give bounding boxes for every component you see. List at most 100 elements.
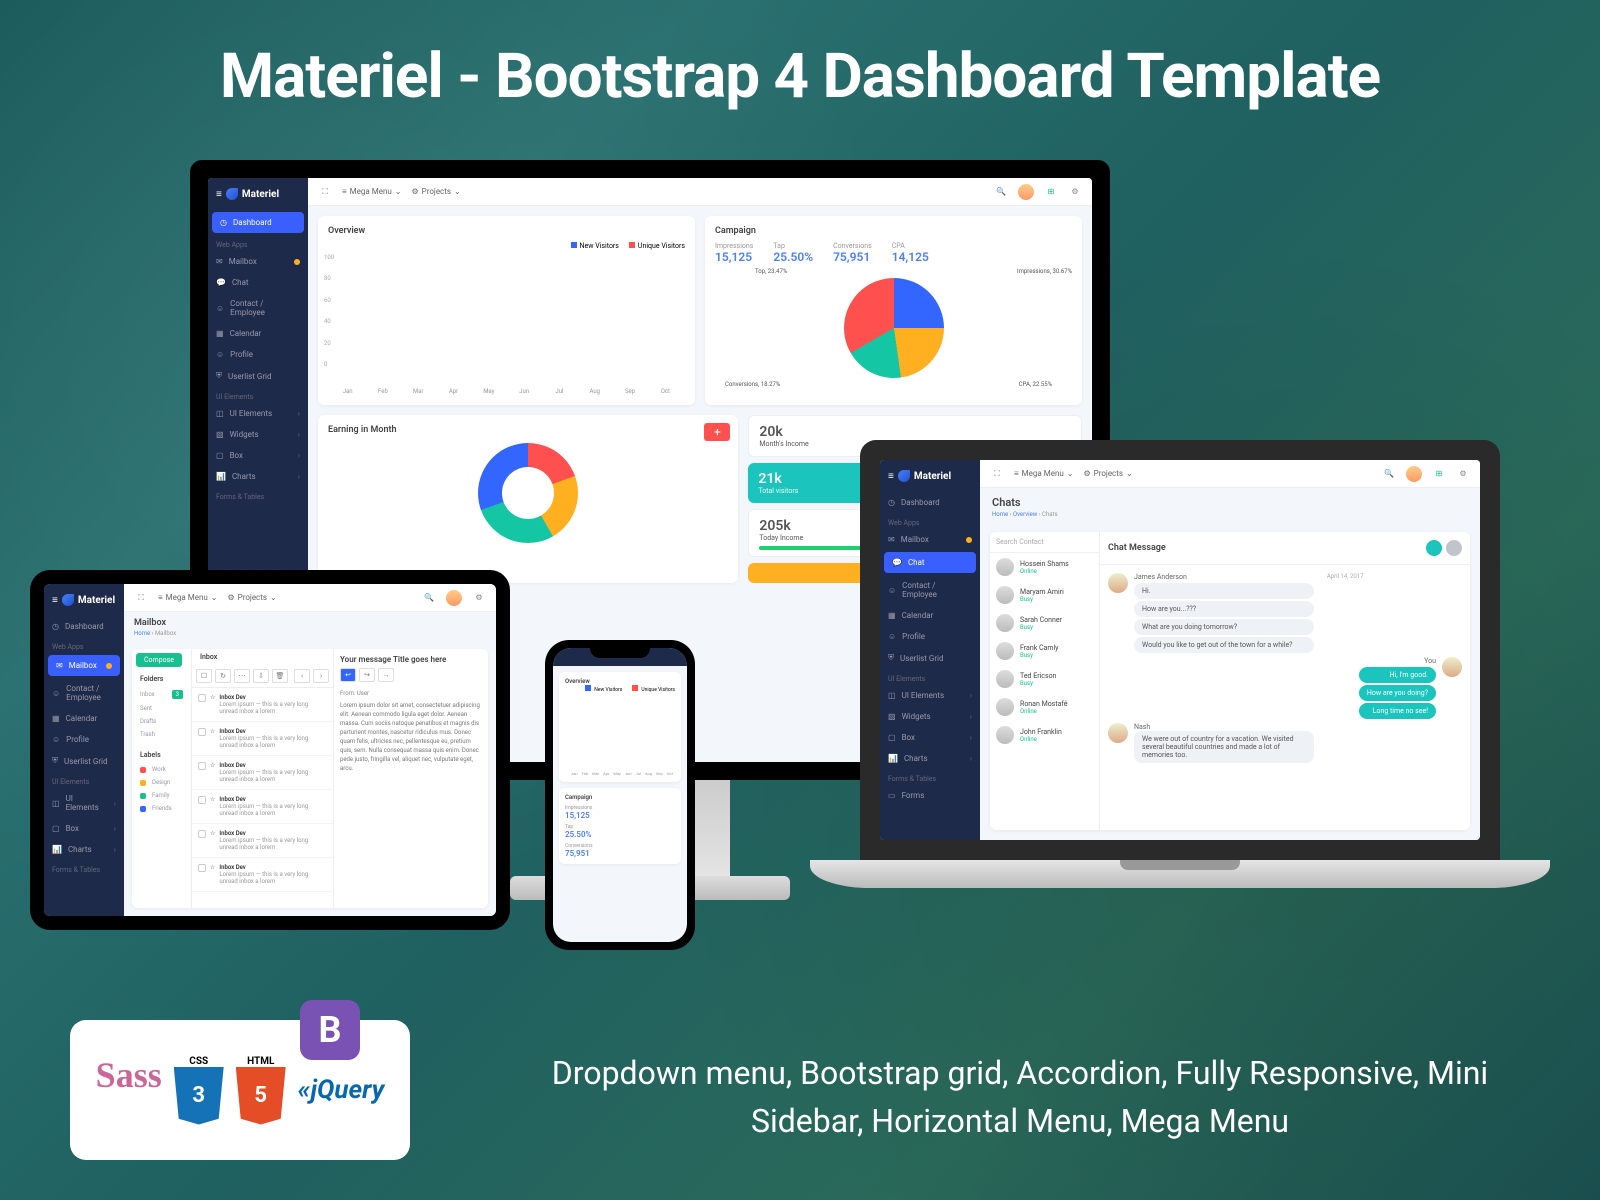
sidebar-item-widgets[interactable]: ▧Widgets›	[208, 424, 308, 445]
contact-item[interactable]: John FranklinOnline	[990, 721, 1099, 749]
label-item[interactable]: Design	[132, 776, 191, 789]
chat-action-button[interactable]	[1426, 540, 1442, 556]
sidebar-item-charts[interactable]: 📊Charts›	[880, 748, 980, 769]
mail-body: Lorem ipsum dolor sit amet, consectetuer…	[340, 701, 482, 773]
compose-button[interactable]: Compose	[136, 653, 182, 667]
legend-label: Unique Visitors	[638, 242, 685, 250]
label-item[interactable]: Family	[132, 789, 191, 802]
sidebar-item-box[interactable]: ▢Box›	[44, 818, 124, 839]
sidebar-item-contact[interactable]: ☺Contact / Employee	[208, 293, 308, 323]
fullscreen-icon[interactable]: ⛶	[318, 185, 332, 199]
sidebar-item-chat[interactable]: 💬Chat	[884, 552, 976, 573]
contact-item[interactable]: Ted EricsonBusy	[990, 665, 1099, 693]
menu-icon[interactable]: ≡	[52, 595, 58, 606]
contact-item[interactable]: Hossein ShamsOnline	[990, 553, 1099, 581]
sidebar-item-contact[interactable]: ☺Contact / Employee	[880, 575, 980, 605]
sidebar-item-profile[interactable]: ☺Profile	[208, 344, 308, 365]
mail-item[interactable]: ☆Inbox DevLorem ipsum — this is a very l…	[192, 824, 333, 858]
sidebar-item-dashboard[interactable]: ◷Dashboard	[44, 616, 124, 637]
search-contact-input[interactable]: Search Contact	[990, 532, 1099, 553]
prev-button[interactable]: ‹	[294, 669, 310, 683]
gear-icon[interactable]: ⚙	[472, 591, 486, 605]
mail-item[interactable]: ☆Inbox DevLorem ipsum — this is a very l…	[192, 756, 333, 790]
folder-item[interactable]: Sent	[132, 702, 191, 715]
sidebar-item-ui-elements[interactable]: ◫UI Elements›	[880, 685, 980, 706]
archive-button[interactable]: ⇩	[253, 669, 269, 683]
add-button[interactable]: +	[704, 423, 730, 441]
avatar[interactable]	[1018, 184, 1034, 200]
label-item[interactable]: Work	[132, 763, 191, 776]
sidebar-item-profile[interactable]: ☺Profile	[44, 729, 124, 750]
chevron-right-icon: ›	[970, 712, 972, 721]
sidebar-item-calendar[interactable]: ▦Calendar	[208, 323, 308, 344]
mega-menu-dropdown[interactable]: ≡ Mega Menu ⌄	[1014, 469, 1073, 478]
avatar[interactable]	[1406, 466, 1422, 482]
avatar[interactable]	[446, 590, 462, 606]
brand[interactable]: ≡Materiel	[880, 460, 980, 492]
reply-button[interactable]: ↩	[340, 668, 356, 682]
apps-icon[interactable]: ⊞	[1044, 185, 1058, 199]
refresh-button[interactable]: ↻	[215, 669, 231, 683]
sidebar-item-userlist[interactable]: ⛨Userlist Grid	[44, 750, 124, 772]
menu-icon[interactable]: ≡	[216, 189, 222, 200]
sidebar-item-userlist[interactable]: ⛨Userlist Grid	[880, 647, 980, 669]
mail-item[interactable]: ☆Inbox DevLorem ipsum — this is a very l…	[192, 858, 333, 892]
select-all-button[interactable]: ☐	[196, 669, 212, 683]
sidebar-label: Userlist Grid	[900, 654, 944, 663]
mail-item[interactable]: ☆Inbox DevLorem ipsum — this is a very l…	[192, 688, 333, 722]
sidebar-item-mailbox[interactable]: ✉Mailbox	[880, 529, 980, 550]
mail-item[interactable]: ☆Inbox DevLorem ipsum — this is a very l…	[192, 790, 333, 824]
sidebar-item-ui-elements[interactable]: ◫UI Elements›	[44, 788, 124, 818]
gear-icon[interactable]: ⚙	[1068, 185, 1082, 199]
contact-item[interactable]: Frank CamlyBusy	[990, 637, 1099, 665]
sidebar-item-ui-elements[interactable]: ◫UI Elements›	[208, 403, 308, 424]
fullscreen-icon[interactable]: ⛶	[134, 591, 148, 605]
delete-button[interactable]: 🗑	[272, 669, 288, 683]
search-icon[interactable]: 🔍	[1382, 467, 1396, 481]
search-icon[interactable]: 🔍	[994, 185, 1008, 199]
projects-dropdown[interactable]: ⚙ Projects ⌄	[411, 187, 460, 196]
sidebar-item-forms[interactable]: ▭Forms	[880, 785, 980, 806]
more-button[interactable]: ⋯	[234, 669, 250, 683]
mail-item[interactable]: ☆Inbox DevLorem ipsum — this is a very l…	[192, 722, 333, 756]
sidebar-item-chat[interactable]: 💬Chat	[208, 272, 308, 293]
label-item[interactable]: Friends	[132, 802, 191, 815]
reply-all-button[interactable]: ↪	[359, 668, 375, 682]
sidebar-item-mailbox[interactable]: ✉Mailbox	[48, 655, 120, 676]
projects-dropdown[interactable]: ⚙ Projects ⌄	[227, 593, 276, 602]
brand[interactable]: ≡Materiel	[44, 584, 124, 616]
forward-button[interactable]: →	[378, 668, 394, 682]
search-icon[interactable]: 🔍	[422, 591, 436, 605]
folder-item[interactable]: Drafts	[132, 715, 191, 728]
sidebar-item-dashboard[interactable]: ◷Dashboard	[880, 492, 980, 513]
contact-item[interactable]: Sarah ConnerBusy	[990, 609, 1099, 637]
contact-item[interactable]: Ronan MostaféOnline	[990, 693, 1099, 721]
sidebar-item-box[interactable]: ▢Box›	[208, 445, 308, 466]
sidebar-item-profile[interactable]: ☺Profile	[880, 626, 980, 647]
menu-icon[interactable]: ≡	[888, 471, 894, 482]
next-button[interactable]: ›	[313, 669, 329, 683]
calendar-icon: ▦	[888, 611, 896, 620]
apps-icon[interactable]: ⊞	[1432, 467, 1446, 481]
chat-action-button[interactable]	[1446, 540, 1462, 556]
sidebar-item-contact[interactable]: ☺Contact / Employee	[44, 678, 124, 708]
html-label: HTML	[247, 1056, 274, 1067]
sidebar-item-charts[interactable]: 📊Charts›	[44, 839, 124, 860]
folder-item[interactable]: Trash	[132, 728, 191, 741]
sidebar-item-charts[interactable]: 📊Charts›	[208, 466, 308, 487]
contact-item[interactable]: Maryam AmiriBusy	[990, 581, 1099, 609]
sidebar-item-widgets[interactable]: ▧Widgets›	[880, 706, 980, 727]
mega-menu-dropdown[interactable]: ≡ Mega Menu ⌄	[342, 187, 401, 196]
sidebar-item-dashboard[interactable]: ◷Dashboard	[212, 212, 304, 233]
mega-menu-dropdown[interactable]: ≡ Mega Menu ⌄	[158, 593, 217, 602]
sidebar-item-userlist[interactable]: ⛨Userlist Grid	[208, 365, 308, 387]
fullscreen-icon[interactable]: ⛶	[990, 467, 1004, 481]
sidebar-item-calendar[interactable]: ▦Calendar	[44, 708, 124, 729]
sidebar-item-calendar[interactable]: ▦Calendar	[880, 605, 980, 626]
gear-icon[interactable]: ⚙	[1456, 467, 1470, 481]
folder-item[interactable]: Inbox3	[132, 687, 191, 702]
sidebar-item-box[interactable]: ▢Box›	[880, 727, 980, 748]
sidebar-item-mailbox[interactable]: ✉Mailbox	[208, 251, 308, 272]
brand[interactable]: ≡ Materiel	[208, 178, 308, 210]
projects-dropdown[interactable]: ⚙ Projects ⌄	[1083, 469, 1132, 478]
